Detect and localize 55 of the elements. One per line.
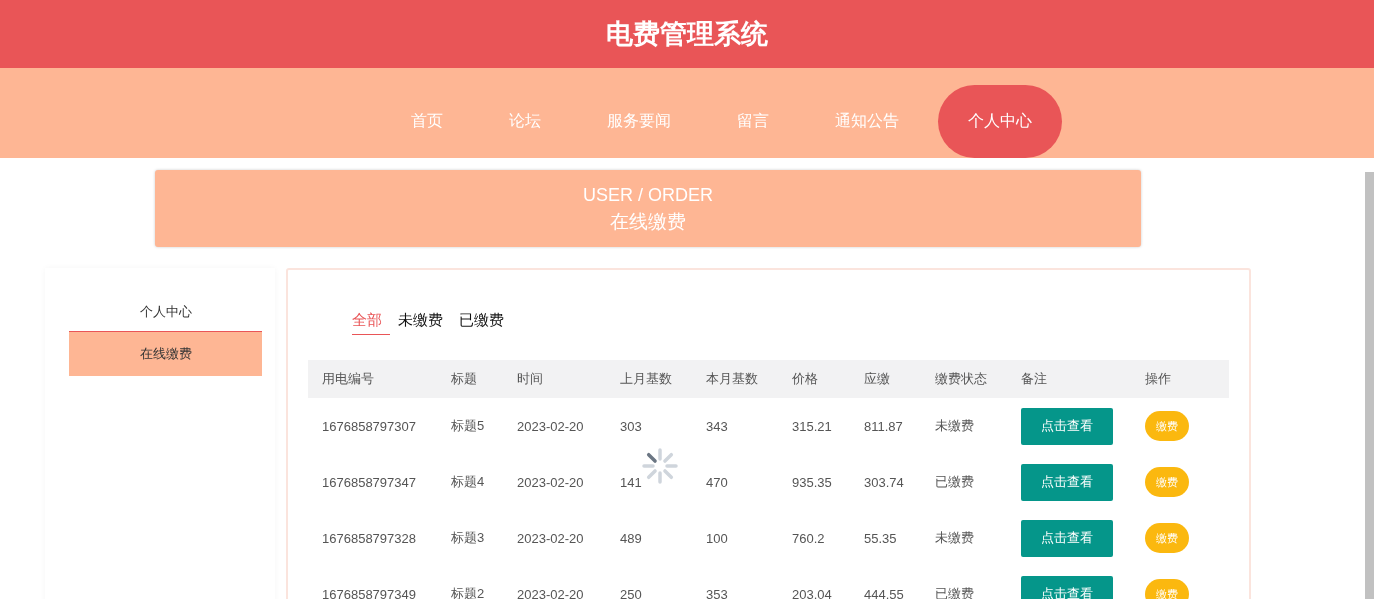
sidebar-item[interactable]: 在线缴费 [69,331,262,376]
table-cell: 303 [620,418,642,434]
table-cell: 489 [620,530,642,546]
column-header: 备注 [1021,360,1145,398]
column-header: 价格 [792,360,864,398]
table-cell: 760.2 [792,530,825,546]
table-cell: 444.55 [864,586,904,599]
table-cell: 1676858797328 [322,530,416,546]
table-cell: 303.74 [864,474,904,490]
table-cell: 141 [620,474,642,490]
view-button[interactable]: 点击查看 [1021,463,1113,501]
column-header: 用电编号 [308,360,451,398]
column-header: 缴费状态 [935,360,1021,398]
table-cell: 55.35 [864,530,897,546]
sidebar-item[interactable]: 个人中心 [69,292,262,331]
table-cell: 已缴费 [935,474,974,489]
column-header: 应缴 [864,360,935,398]
table-cell: 标题2 [451,586,485,599]
banner-subtitle: USER / ORDER [583,183,713,207]
nav-tab[interactable]: 个人中心 [938,84,1062,158]
column-header: 操作 [1145,360,1229,398]
column-header: 本月基数 [706,360,792,398]
table-cell: 100 [706,530,728,546]
table-cell: 2023-02-20 [517,530,584,546]
table-cell: 315.21 [792,418,832,434]
table-cell: 1676858797307 [322,418,416,434]
table-cell: 标题5 [451,418,485,433]
column-header: 标题 [451,360,517,398]
view-button[interactable]: 点击查看 [1021,407,1113,445]
site-title: 电费管理系统 [606,18,768,51]
table-cell: 2023-02-20 [517,418,584,434]
view-button[interactable]: 点击查看 [1021,519,1113,557]
filter-tab[interactable]: 未缴费 [390,308,451,334]
scrollbar[interactable] [1365,172,1374,599]
banner-title: 在线缴费 [610,209,686,234]
table-cell: 未缴费 [935,418,974,433]
column-header: 时间 [517,360,620,398]
table-cell: 811.87 [864,418,903,434]
filter-tab[interactable]: 已缴费 [451,308,512,334]
table-cell: 1676858797347 [322,474,416,490]
table-cell: 935.35 [792,474,832,490]
table-cell: 470 [706,474,728,490]
column-header: 上月基数 [620,360,706,398]
table-cell: 标题4 [451,474,485,489]
table-cell: 343 [706,418,728,434]
spinner-icon [642,448,678,484]
table-cell: 353 [706,586,728,599]
table-cell: 250 [620,586,642,599]
table-cell: 2023-02-20 [517,586,584,599]
filter-tab[interactable]: 全部 [352,308,390,335]
table-cell: 1676858797349 [322,586,416,599]
table-cell: 未缴费 [935,530,974,545]
table-cell: 203.04 [792,586,832,599]
table-cell: 2023-02-20 [517,474,584,490]
table-cell: 标题3 [451,530,485,545]
